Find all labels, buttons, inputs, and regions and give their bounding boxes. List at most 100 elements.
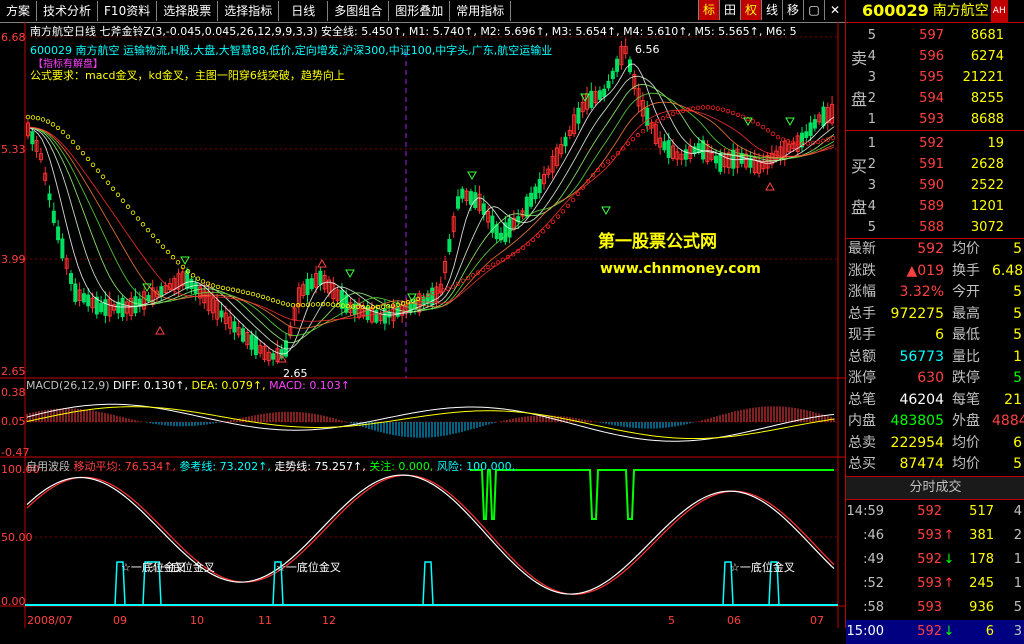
sell-row[interactable]: 1 593 8688 bbox=[856, 109, 1024, 130]
safety-dot bbox=[525, 241, 531, 247]
tick-volume: 936 bbox=[969, 599, 994, 615]
safety-dot bbox=[725, 108, 731, 114]
safety-dot bbox=[635, 132, 641, 138]
wave-label-3: ☆一底位金叉 bbox=[276, 560, 341, 574]
safety-dot bbox=[545, 224, 551, 229]
tick-row[interactable]: :49 592 ↓ 178 1 bbox=[846, 548, 1024, 572]
toolbar-item-select-indicator[interactable]: 选择指标 bbox=[218, 1, 280, 21]
safety-dot bbox=[55, 125, 61, 131]
sell-row[interactable]: 2 594 8255 bbox=[856, 88, 1024, 109]
safety-dot bbox=[380, 304, 386, 309]
stat-value-2: 21 bbox=[1004, 391, 1022, 408]
safety-dot bbox=[270, 297, 276, 303]
candle-body bbox=[615, 58, 620, 72]
candle-body bbox=[468, 191, 473, 205]
tick-row[interactable]: :52 593 ↑ 245 1 bbox=[846, 572, 1024, 596]
buy-row[interactable]: 3 590 2522 bbox=[856, 175, 1024, 196]
candle-body bbox=[821, 106, 826, 127]
buy-volume: 2522 bbox=[970, 178, 1004, 193]
wave-focus: 关注: 0.000, bbox=[369, 460, 434, 473]
move-button[interactable]: 移 bbox=[782, 0, 803, 20]
toolbar-item-technical[interactable]: 技术分析 bbox=[37, 1, 99, 21]
toolbar-item-plan[interactable]: 方案 bbox=[0, 1, 38, 21]
candle-body bbox=[606, 80, 611, 89]
toolbar-item-multi-chart[interactable]: 多图组合 bbox=[328, 1, 390, 21]
x-tick-6: 5 bbox=[668, 614, 675, 627]
safety-dot bbox=[565, 203, 571, 208]
candle-body bbox=[189, 278, 194, 290]
safety-dot bbox=[165, 249, 171, 255]
tick-count: 4 bbox=[1013, 503, 1022, 519]
tick-row[interactable]: :46 593 ↑ 381 2 bbox=[846, 524, 1024, 548]
safety-dot bbox=[260, 294, 266, 300]
candle-body bbox=[645, 107, 650, 127]
chart-area[interactable]: 6.68 5.33 3.99 2.65 0.38 0.05 -0.47 100.… bbox=[0, 22, 845, 628]
safety-dot bbox=[275, 299, 281, 304]
sell-volume: 8681 bbox=[970, 28, 1004, 43]
tick-list[interactable]: 14:59 592 517 4:46 593 ↑ 381 2:49 592 ↓ 178 1:52 593… bbox=[846, 500, 1024, 644]
wave-green-line bbox=[470, 469, 834, 520]
safety-dot bbox=[710, 105, 716, 110]
buy-row[interactable]: 2 591 2628 bbox=[856, 154, 1024, 175]
stat-value: 3.32% bbox=[899, 284, 944, 300]
rights-button[interactable]: 权 bbox=[740, 0, 761, 20]
tick-row[interactable]: 15:00 592 ↓ 6 3 bbox=[846, 619, 1024, 644]
buy-row[interactable]: 1 592 19 bbox=[856, 133, 1024, 154]
maximize-icon[interactable]: ▢ bbox=[803, 0, 824, 20]
stock-code: 600029 bbox=[862, 1, 929, 20]
tick-volume: 178 bbox=[969, 551, 994, 567]
tick-title[interactable]: 分时成交 bbox=[846, 475, 1024, 500]
safety-dot bbox=[560, 209, 566, 214]
safety-dot bbox=[120, 198, 126, 203]
toolbar-item-select-stock[interactable]: 选择股票 bbox=[157, 1, 219, 21]
sell-row[interactable]: 3 595 21221 bbox=[856, 67, 1024, 88]
buy-level: 5 bbox=[867, 220, 876, 235]
tick-row[interactable]: :58 593 936 5 bbox=[846, 596, 1024, 620]
kline-chart[interactable]: 6.68 5.33 3.99 2.65 0.38 0.05 -0.47 100.… bbox=[0, 22, 845, 628]
candle-body bbox=[666, 140, 671, 158]
safety-dot bbox=[145, 227, 151, 233]
tick-count: 3 bbox=[1013, 623, 1022, 639]
buy-row[interactable]: 5 588 3072 bbox=[856, 217, 1024, 238]
stat-value-2: 5 bbox=[1013, 284, 1022, 300]
safety-dot bbox=[715, 106, 721, 111]
candle-body bbox=[739, 152, 744, 164]
toolbar-item-overlay[interactable]: 图形叠加 bbox=[389, 1, 451, 21]
safety-dot bbox=[470, 273, 476, 278]
safety-dot bbox=[530, 237, 536, 243]
safety-dot bbox=[705, 105, 711, 110]
buy-label-1: 买 bbox=[851, 157, 868, 176]
toolbar-item-common-indicator[interactable]: 常用指标 bbox=[450, 1, 512, 21]
candle-body bbox=[60, 238, 65, 259]
sell-price: 597 bbox=[919, 28, 944, 43]
stat-label: 总买 bbox=[848, 456, 876, 472]
quote-stats: 最新 592 均价 5 涨跌 ▲019 换手 6.48 涨幅 3.32% 今开 5 总手 972275 最高… bbox=[846, 239, 1024, 476]
tick-row[interactable]: 14:59 592 517 4 bbox=[846, 500, 1024, 524]
safety-dot bbox=[480, 267, 486, 272]
safety-dot bbox=[45, 119, 51, 124]
toolbar-item-f10[interactable]: F10资料 bbox=[98, 1, 158, 21]
stat-value-2: 5 bbox=[1013, 456, 1022, 472]
stat-label-2: 最高 bbox=[952, 305, 980, 322]
y-tick-price-1: 6.68 bbox=[1, 31, 26, 44]
wave-white-line bbox=[26, 474, 835, 595]
grid-icon[interactable]: 田 bbox=[719, 0, 740, 20]
sell-row[interactable]: 5 597 8681 bbox=[856, 25, 1024, 46]
stat-label: 最新 bbox=[848, 241, 876, 257]
stat-row: 总额 56773 量比 1 bbox=[846, 347, 1024, 369]
indicator-badge[interactable]: 【指标有解盘】 bbox=[33, 55, 103, 70]
candle-body bbox=[576, 107, 581, 124]
safety-dot bbox=[250, 291, 256, 297]
sell-volume: 6274 bbox=[970, 49, 1004, 64]
x-tick-1: 2008/07 bbox=[27, 614, 73, 627]
safety-dot bbox=[460, 278, 466, 284]
y-tick-macd-2: 0.05 bbox=[1, 415, 26, 428]
buy-row[interactable]: 4 589 1201 bbox=[856, 196, 1024, 217]
stat-row: 总卖 222954 均价 6 bbox=[846, 433, 1024, 455]
close-icon[interactable]: ✕ bbox=[824, 0, 845, 20]
stat-row: 内盘 483805 外盘 4884 bbox=[846, 411, 1024, 433]
mark-button[interactable]: 标 bbox=[698, 0, 719, 20]
toolbar-item-daily[interactable]: 日线 bbox=[279, 1, 329, 21]
line-button[interactable]: 线 bbox=[761, 0, 782, 20]
sell-row[interactable]: 4 596 6274 bbox=[856, 46, 1024, 67]
